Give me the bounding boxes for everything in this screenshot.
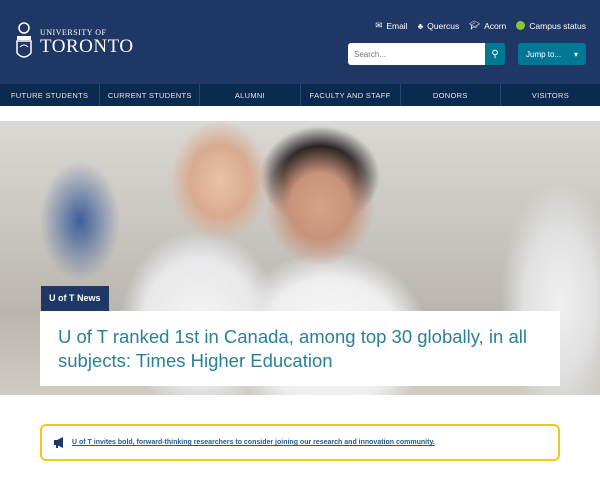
nav-alumni[interactable]: ALUMNI xyxy=(200,84,301,106)
crest-icon xyxy=(16,22,32,58)
nav-current-students[interactable]: CURRENT STUDENTS xyxy=(100,84,201,106)
nav-faculty-staff[interactable]: FACULTY AND STAFF xyxy=(301,84,401,106)
email-label: Email xyxy=(386,20,408,31)
headline-card[interactable]: U of T ranked 1st in Canada, among top 3… xyxy=(40,311,560,386)
envelope-icon: ✉ xyxy=(375,20,383,30)
tree-icon: ♣ xyxy=(417,20,424,31)
nav-future-students[interactable]: FUTURE STUDENTS xyxy=(0,84,101,106)
megaphone-icon xyxy=(54,437,63,448)
main-nav: FUTURE STUDENTS CURRENT STUDENTS ALUMNI … xyxy=(0,84,600,106)
headline[interactable]: U of T ranked 1st in Canada, among top 3… xyxy=(58,325,542,373)
acorn-link[interactable]: 🎓︎ Acorn xyxy=(469,20,506,31)
status-dot-icon xyxy=(516,21,526,30)
nav-donors[interactable]: DONORS xyxy=(401,84,501,106)
search-button[interactable]: ⚲ xyxy=(485,43,505,65)
search-input[interactable] xyxy=(348,43,485,65)
logo-line2: TORONTO xyxy=(40,36,134,57)
announcement-banner: U of T invites bold, forward-thinking re… xyxy=(40,424,560,461)
news-tag[interactable]: U of T News xyxy=(41,286,109,311)
quercus-link[interactable]: ♣ Quercus xyxy=(418,21,460,31)
search-icon: ⚲ xyxy=(491,48,499,60)
site-header: UNIVERSITY OF TORONTO ✉ Email ♣ Quercus 🎓︎… xyxy=(0,0,600,84)
quercus-label: Quercus xyxy=(427,20,460,31)
acorn-label: Acorn xyxy=(484,20,507,31)
email-link[interactable]: ✉ Email xyxy=(375,20,407,31)
campus-status-label: Campus status xyxy=(529,20,586,31)
jump-to-label: Jump to... xyxy=(526,49,562,59)
utility-links: ✉ Email ♣ Quercus 🎓︎ Acorn Campus status xyxy=(375,20,586,31)
jump-to-dropdown[interactable]: Jump to... ▾ xyxy=(518,43,586,65)
nav-visitors[interactable]: VISITORS xyxy=(501,84,600,106)
announcement-link[interactable]: U of T invites bold, forward-thinking re… xyxy=(72,439,435,446)
grad-cap-icon: 🎓︎ xyxy=(469,20,481,30)
campus-status-link[interactable]: Campus status xyxy=(516,21,586,31)
university-logo[interactable]: UNIVERSITY OF TORONTO xyxy=(14,22,134,62)
caret-down-icon: ▾ xyxy=(573,49,578,59)
search-form: ⚲ xyxy=(348,43,505,65)
